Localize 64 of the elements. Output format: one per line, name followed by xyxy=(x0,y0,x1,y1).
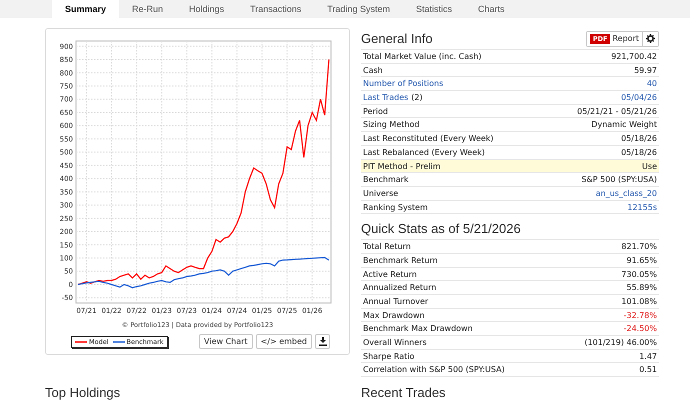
row-value: 05/21/21 - 05/21/26 xyxy=(577,106,657,118)
row-value: Dynamic Weight xyxy=(591,119,657,132)
section-title: Top Holdings xyxy=(45,385,122,400)
row-label: Annualized Return xyxy=(363,282,436,294)
tab[interactable]: Holdings xyxy=(176,0,238,18)
row-value: 1.47 xyxy=(639,350,657,362)
row-label: Total Market Value (inc. Cash) xyxy=(363,51,482,63)
row-value: 05/18/26 xyxy=(621,146,657,158)
row-label: Total Return xyxy=(363,241,411,253)
row-label: Benchmark Return xyxy=(363,254,438,267)
row-label: Universe xyxy=(363,188,398,200)
row-label: PIT Method - Prelim xyxy=(363,160,441,172)
row-label: Last Rebalanced (Every Week) xyxy=(363,146,485,158)
row-value: 55.89% xyxy=(626,282,657,294)
row-label: Annual Turnover xyxy=(363,296,428,308)
row-label: Period xyxy=(363,106,388,118)
settings-button[interactable] xyxy=(642,32,658,46)
row-label: Max Drawdown xyxy=(363,310,425,322)
table-link[interactable]: Number of Positions xyxy=(363,77,444,90)
row-label: Ranking System xyxy=(363,202,428,214)
row-label: Cash xyxy=(363,64,383,76)
row-value: 59.97 xyxy=(634,64,657,76)
row-label: Benchmark Max Drawdown xyxy=(363,323,473,336)
row-value: 730.05% xyxy=(621,268,657,280)
row-label: Benchmark xyxy=(363,174,409,186)
row-label: Sizing Method xyxy=(363,119,420,132)
row-value: S&P 500 (SPY:USA) xyxy=(581,174,657,186)
row-value: 0.51 xyxy=(639,364,657,376)
tab[interactable]: Charts xyxy=(464,0,518,18)
section-title: Quick Stats as of 5/21/2026 xyxy=(361,221,521,236)
row-label: Overall Winners xyxy=(363,337,427,349)
row-value: 921,700.42 xyxy=(611,51,657,63)
table-link[interactable]: 40 xyxy=(646,77,657,90)
row-value: -32.78% xyxy=(624,310,657,322)
tab[interactable]: Trading System xyxy=(314,0,403,18)
row-label: Correlation with S&P 500 (SPY:USA) xyxy=(363,364,505,376)
tab[interactable]: Summary xyxy=(52,0,120,18)
chart-button[interactable]: View Chart xyxy=(199,334,253,349)
row-label: Active Return xyxy=(363,268,417,280)
tab[interactable]: Transactions xyxy=(237,0,314,18)
table-link[interactable]: an_us_class_20 xyxy=(596,186,657,200)
download-button[interactable] xyxy=(315,334,330,349)
row-value: 91.65% xyxy=(626,254,657,267)
legend-line-icon xyxy=(112,340,125,344)
table-link[interactable]: 12155s xyxy=(627,200,657,214)
tab[interactable]: Statistics xyxy=(402,0,465,18)
section-title: Recent Trades xyxy=(361,385,447,400)
row-value: 101.08% xyxy=(621,296,657,308)
row-label: Sharpe Ratio xyxy=(363,350,414,362)
row-value: 05/18/26 xyxy=(621,133,657,145)
chart-button[interactable]: </> embed xyxy=(256,334,312,349)
row-value: (101/219) 46.00% xyxy=(584,337,657,349)
row-value: -24.50% xyxy=(624,323,657,336)
row-value: 821.70% xyxy=(621,241,657,253)
download-icon xyxy=(318,337,326,346)
row-label: Last Reconstituted (Every Week) xyxy=(363,133,494,145)
table-link[interactable]: Last Trades xyxy=(363,91,408,104)
tab[interactable]: Re-Run xyxy=(119,0,176,18)
section-title: General Info xyxy=(361,31,433,46)
settings-icon xyxy=(646,34,655,43)
row-value: Use xyxy=(642,160,657,172)
table-link[interactable]: 05/04/26 xyxy=(621,91,657,104)
legend-line-icon xyxy=(75,340,87,344)
row-count: (2) xyxy=(411,92,423,104)
